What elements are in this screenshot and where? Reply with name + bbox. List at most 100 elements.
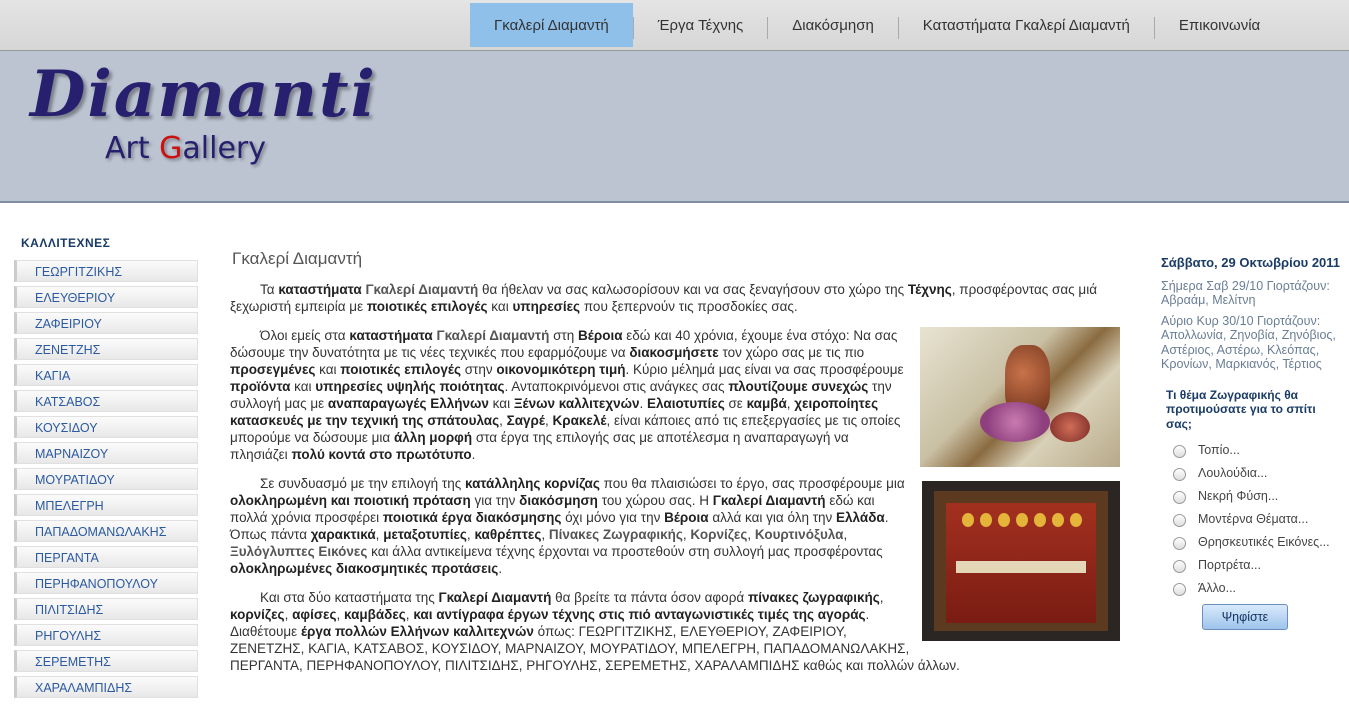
vote-button[interactable]: Ψηφίστε (1202, 604, 1288, 630)
bold-text-run: καταστήματα (349, 328, 433, 343)
bold-text-run: Βέροια (578, 328, 623, 343)
text-run: . (471, 447, 476, 462)
logo[interactable]: Diamanti Art Gallery (20, 51, 375, 191)
text-run: . (498, 561, 503, 576)
radio-button[interactable] (1173, 560, 1186, 573)
bold-text-run: καμβάδες (344, 607, 406, 622)
text-run: και (315, 362, 341, 377)
bold-text-run: Κορνίζες (690, 527, 748, 542)
bold-text-run: ποιοτικές επιλογές (366, 299, 488, 314)
bold-text-run: πολύ κοντά στο πρωτότυπο (291, 447, 472, 462)
poll-option[interactable]: Θρησκευτικές Εικόνες... (1161, 535, 1343, 550)
sidebar-artist-link[interactable]: ΖΑΦΕΙΡΙΟΥ (14, 312, 198, 334)
site-header: Diamanti Art Gallery (0, 50, 1349, 202)
still-life-painting-image[interactable] (920, 327, 1120, 467)
radio-button[interactable] (1173, 514, 1186, 527)
nav-item[interactable]: Διακόσμηση (768, 3, 898, 47)
bold-text-run: Γκαλερί Διαμαντή (712, 493, 826, 508)
poll-option[interactable]: Τοπίο... (1161, 443, 1343, 458)
poll-question: Τι θέμα Ζωγραφικής θα προτιμούσατε για τ… (1166, 387, 1316, 431)
radio-button[interactable] (1173, 537, 1186, 550)
text-run: , (336, 607, 344, 622)
bold-text-run: οικονομικότερη τιμή (496, 362, 626, 377)
sidebar-artist-link[interactable]: ΣΕΡΕΜΕΤΗΣ (14, 650, 198, 672)
text-run: θα βρείτε τα πάντα όσον αφορά (551, 590, 748, 605)
sidebar-artist-link[interactable]: ΜΠΕΛΕΓΡΗ (14, 494, 198, 516)
text-run: , (284, 607, 293, 622)
radio-button[interactable] (1173, 491, 1186, 504)
bold-text-run: Ελλάδα (836, 510, 885, 525)
poll-option[interactable]: Πορτρέτα... (1161, 558, 1343, 573)
sidebar-artist-link[interactable]: ΜΑΡΝΑΙΖΟΥ (14, 442, 198, 464)
poll-option[interactable]: Μοντέρνα Θέματα... (1161, 512, 1343, 527)
poll-option-label: Θρησκευτικές Εικόνες... (1198, 535, 1330, 549)
main-content: Γκαλερί Διαμαντή Τα καταστήματα Γκαλερί … (230, 250, 1120, 686)
page-title: Γκαλερί Διαμαντή (232, 249, 363, 268)
sidebar-artist-link[interactable]: ΖΕΝΕΤΖΗΣ (14, 338, 198, 360)
poll-option-label: Άλλο... (1198, 581, 1237, 595)
bold-text-run: Γκαλερί Διαμαντή (365, 282, 479, 297)
nav-item[interactable]: Επικοινωνία (1155, 3, 1284, 47)
sidebar-artist-link[interactable]: ΠΕΡΗΦΑΝΟΠΟΥΛΟΥ (14, 572, 198, 594)
bold-text-run: και αντίγραφα έργων τέχνης στις πιό αντα… (413, 607, 866, 622)
text-run: , (544, 413, 553, 428)
bold-text-run: Πίνακες Ζωγραφικής (548, 527, 683, 542)
bold-text-run: Γκαλερί Διαμαντή (436, 328, 550, 343)
poll-option[interactable]: Νεκρή Φύση... (1161, 489, 1343, 504)
poll-option[interactable]: Λουλούδια... (1161, 466, 1343, 481)
radio-button[interactable] (1173, 583, 1186, 596)
bold-text-run: Ξυλόγλυπτες Εικόνες (230, 544, 368, 559)
sidebar-artist-link[interactable]: ΠΙΛΙΤΣΙΔΗΣ (14, 598, 198, 620)
bold-text-run: χαρακτικά (310, 527, 376, 542)
bold-text-run: Βέροια (664, 510, 709, 525)
text-run: θα ήθελαν να σας καλωσορίσουν και να σας… (478, 282, 908, 297)
sidebar-artist-link[interactable]: ΡΗΓΟΥΛΗΣ (14, 624, 198, 646)
poll-option-label: Πορτρέτα... (1198, 558, 1261, 572)
text-run: όχι μόνο για την (561, 510, 665, 525)
sidebar-title: ΚΑΛΛΙΤΕΧΝΕΣ (21, 236, 111, 250)
right-column: Σάββατο, 29 Οκτωβρίου 2011 Σήμερα Σαβ 29… (1161, 255, 1343, 630)
icon-painting-image[interactable] (922, 475, 1120, 641)
intro-paragraph: Τα καταστήματα Γκαλερί Διαμαντή θα ήθελα… (230, 281, 1120, 315)
sidebar-artist-link[interactable]: ΠΕΡΓΑΝΤΑ (14, 546, 198, 568)
nav-item[interactable]: Έργα Τέχνης (634, 3, 768, 47)
poll-option-label: Νεκρή Φύση... (1198, 489, 1279, 503)
sidebar-artist-link[interactable]: ΚΟΥΣΙΔΟΥ (14, 416, 198, 438)
nav-item[interactable]: Γκαλερί Διαμαντή (470, 3, 633, 47)
bold-text-run: ποιοτικά έργα διακόσμησης (382, 510, 562, 525)
sidebar-artist-link[interactable]: ΠΑΠΑΔΟΜΑΝΩΛΑΚΗΣ (14, 520, 198, 542)
bold-text-run: υπηρεσίες υψηλής ποιότητας (315, 379, 505, 394)
bold-text-run: κορνίζες (230, 607, 285, 622)
sidebar-artist-link[interactable]: ΚΑΤΣΑΒΟΣ (14, 390, 198, 412)
bold-text-run: ποιοτικές επιλογές (340, 362, 461, 377)
sidebar-artist-link[interactable]: ΧΑΡΑΛΑΜΠΙΔΗΣ (14, 676, 198, 698)
artists-sidebar: ΚΑΛΛΙΤΕΧΝΕΣ ΓΕΩΡΓΙΤΖΙΚΗΣ ΕΛΕΥΘΕΡΙΟΥ ΖΑΦΕΙΡ… (14, 236, 198, 702)
bold-text-run: Γκαλερί Διαμαντή (438, 590, 552, 605)
sidebar-artist-link[interactable]: ΓΕΩΡΓΙΤΖΙΚΗΣ (14, 260, 198, 282)
sidebar-artist-link[interactable]: ΚΑΓΙΑ (14, 364, 198, 386)
bold-text-run: Ελαιοτυπίες (647, 396, 725, 411)
text-run: . Ανταποκρινόμενοι στις ανάγκες σας (504, 379, 729, 394)
poll-options: Τοπίο... Λουλούδια... Νεκρή Φύση... Μοντέρν… (1161, 443, 1343, 596)
nav-item[interactable]: Καταστήματα Γκαλερί Διαμαντή (899, 3, 1154, 47)
text-run: σε (724, 396, 747, 411)
poll-option-label: Λουλούδια... (1198, 466, 1268, 480)
sidebar-artist-link[interactable]: ΜΟΥΡΑΤΙΔΟΥ (14, 468, 198, 490)
current-date: Σάββατο, 29 Οκτωβρίου 2011 (1161, 255, 1341, 270)
bold-text-run: Σαγρέ (506, 413, 545, 428)
text-run: , (541, 527, 549, 542)
logo-text-sub: Art Gallery (105, 131, 267, 166)
sidebar-artist-link[interactable]: ΕΛΕΥΘΕΡΙΟΥ (14, 286, 198, 308)
bold-text-run: ολοκληρωμένη και ποιοτική πρόταση (230, 493, 471, 508)
text-run: Τα (260, 282, 279, 297)
bold-text-run: καμβά (746, 396, 787, 411)
bold-text-run: προσεγμένες (230, 362, 316, 377)
bold-text-run: αφίσες (292, 607, 337, 622)
text-run: στη (549, 328, 579, 343)
bold-text-run: καθρέπτες (474, 527, 542, 542)
text-run: . Κύριο μέλημά μας είναι να σας προσφέρο… (625, 362, 904, 377)
radio-button[interactable] (1173, 468, 1186, 481)
poll-option[interactable]: Άλλο... (1161, 581, 1343, 596)
bold-text-run: αναπαραγωγές Ελλήνων (327, 396, 489, 411)
radio-button[interactable] (1173, 445, 1186, 458)
